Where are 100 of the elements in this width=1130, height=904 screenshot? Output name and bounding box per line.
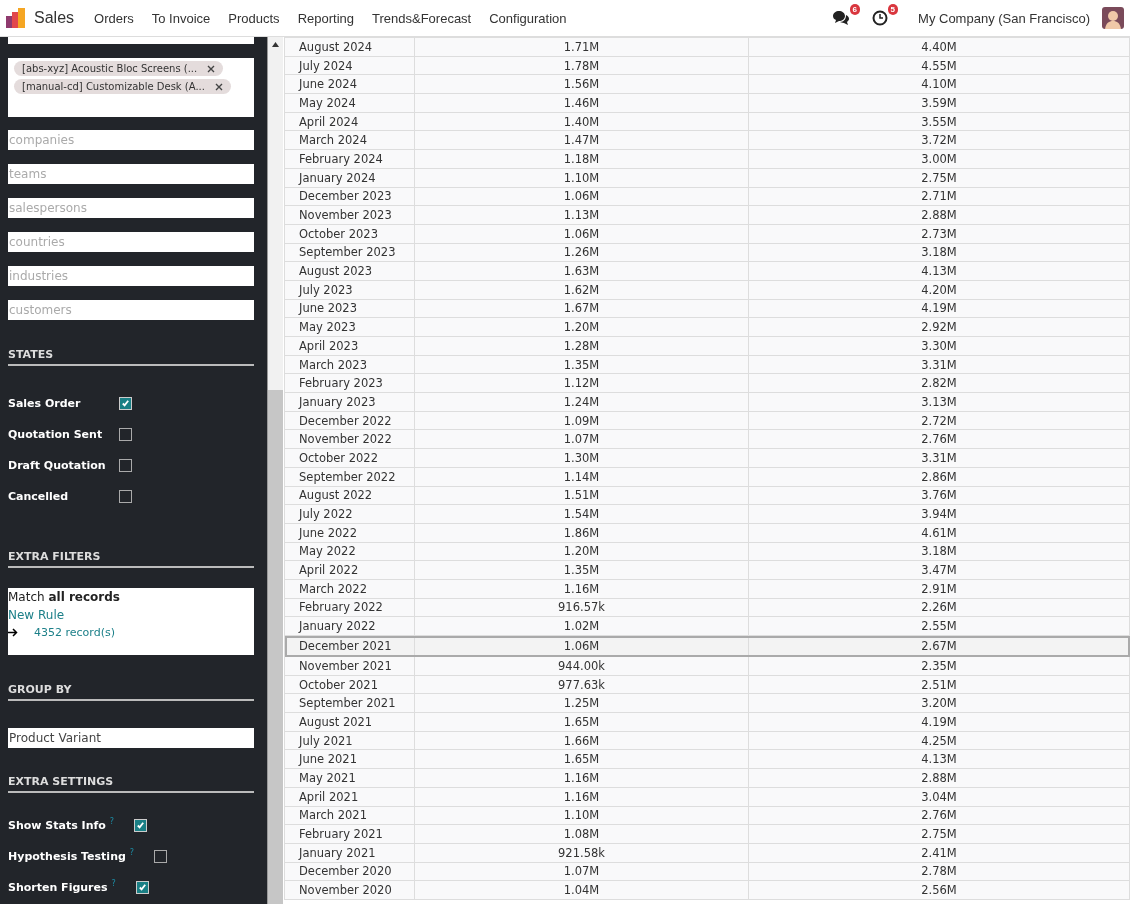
table-cell: March 2021 <box>284 806 415 825</box>
table-cell: 3.13M <box>748 392 1130 412</box>
bar-chart-logo-icon[interactable] <box>6 8 26 28</box>
company-switcher[interactable]: My Company (San Francisco) <box>918 10 1090 26</box>
table-cell: July 2024 <box>284 56 415 75</box>
table-cell: February 2021 <box>284 824 415 844</box>
table-cell: 1.51M <box>414 486 749 505</box>
table-cell: 4.19M <box>748 299 1130 318</box>
filter-field[interactable]: teams <box>8 164 254 184</box>
table-cell: 1.09M <box>414 411 749 430</box>
table-cell: 3.30M <box>748 336 1130 356</box>
filter-field[interactable]: countries <box>8 232 254 252</box>
table-cell: December 2020 <box>284 862 415 881</box>
menu-item[interactable]: To Invoice <box>151 10 211 26</box>
table-cell: 2.76M <box>748 806 1130 825</box>
table-cell: 4.40M <box>748 37 1130 57</box>
help-mark[interactable]: ? <box>111 879 136 888</box>
table-cell: 1.30M <box>414 448 749 468</box>
group-by-field[interactable]: Product Variant <box>8 728 254 748</box>
table-cell: 1.20M <box>414 317 749 337</box>
table-cell: 1.10M <box>414 168 749 187</box>
help-mark[interactable]: ? <box>129 848 154 857</box>
table-cell: July 2022 <box>284 504 415 524</box>
table-cell: January 2021 <box>284 843 415 863</box>
new-rule-link[interactable]: New Rule <box>8 608 254 622</box>
table-cell: June 2024 <box>284 74 415 94</box>
table-cell: 1.67M <box>414 299 749 318</box>
checkbox[interactable] <box>119 428 132 441</box>
product-templates-field[interactable] <box>8 37 254 44</box>
table-cell: October 2022 <box>284 448 415 468</box>
records-link[interactable]: 4352 record(s) <box>34 626 115 639</box>
checkbox[interactable] <box>135 881 149 894</box>
menu-item[interactable]: Trends&Forecast <box>372 10 472 26</box>
checkbox[interactable] <box>119 459 132 472</box>
table-cell: 3.18M <box>748 542 1130 561</box>
table-cell: 4.61M <box>748 523 1130 543</box>
checkbox-label: Draft Quotation <box>8 459 107 472</box>
table-cell: 2.88M <box>748 768 1130 788</box>
table-cell: April 2023 <box>284 336 415 356</box>
table-cell: 1.20M <box>414 542 749 561</box>
checkbox[interactable] <box>119 397 132 410</box>
table-cell: 3.04M <box>748 787 1130 806</box>
table-cell: 921.58k <box>414 843 749 863</box>
table-cell: 1.13M <box>414 205 749 225</box>
filter-field[interactable]: salespersons <box>8 198 254 218</box>
table-cell: April 2021 <box>284 787 415 806</box>
table-cell: February 2024 <box>284 149 415 169</box>
table-cell: 3.47M <box>748 560 1130 580</box>
table-cell: 1.08M <box>414 824 749 844</box>
checkbox-label: Shorten Figures <box>8 881 108 894</box>
table-cell: January 2024 <box>284 168 415 187</box>
app-title[interactable]: Sales <box>34 9 75 27</box>
filter-field[interactable]: companies <box>8 130 254 150</box>
table-cell: 977.63k <box>414 675 749 694</box>
table-cell: 1.06M <box>414 224 749 244</box>
help-mark[interactable]: ? <box>109 817 134 826</box>
table-cell: 3.72M <box>748 130 1130 150</box>
close-icon[interactable] <box>214 82 223 91</box>
table-cell: 2.75M <box>748 168 1130 187</box>
table-row[interactable]: August 2024 1.71M 4.40M <box>284 37 1130 57</box>
table-cell: 4.13M <box>748 749 1130 769</box>
checkbox-label: Show Stats Info <box>8 819 106 832</box>
table-cell: May 2021 <box>284 768 415 788</box>
avatar-icon[interactable] <box>1102 7 1124 29</box>
table-row[interactable]: December 2021 1.06M 2.67M <box>284 635 1130 657</box>
close-icon[interactable] <box>207 64 216 73</box>
filter-field[interactable]: customers <box>8 300 254 320</box>
table-cell: February 2022 <box>284 598 415 617</box>
menu-item[interactable]: Products <box>228 10 280 26</box>
notification-badge: 6 <box>849 4 861 15</box>
checkbox[interactable] <box>119 490 132 503</box>
table-cell: 1.63M <box>414 261 749 281</box>
table-cell: November 2023 <box>284 205 415 225</box>
table-cell: September 2022 <box>284 467 415 486</box>
table-cell: January 2023 <box>284 392 415 412</box>
chat-bubbles-icon[interactable] <box>832 10 851 26</box>
table-cell: 1.12M <box>414 373 749 393</box>
product-tags-field[interactable]: [abs-xyz] Acoustic Bloc Screens (... [manual-cd] Customizable Desk (A... <box>8 58 254 117</box>
table-cell: 2.92M <box>748 317 1130 337</box>
table-cell: November 2022 <box>284 429 415 449</box>
table-cell: 1.71M <box>414 37 749 57</box>
menu-item[interactable]: Reporting <box>297 10 354 26</box>
clock-icon[interactable] <box>872 10 889 26</box>
table-cell: April 2024 <box>284 112 415 131</box>
table-cell: April 2022 <box>284 560 415 580</box>
table-cell: 2.41M <box>748 843 1130 863</box>
table-cell: 2.88M <box>748 205 1130 225</box>
filter-field[interactable]: industries <box>8 266 254 286</box>
checkbox[interactable] <box>153 850 167 863</box>
scrollbar[interactable] <box>267 37 283 904</box>
table-cell: June 2021 <box>284 749 415 769</box>
checkbox-label: Quotation Sent <box>8 428 104 441</box>
table-cell: 4.13M <box>748 261 1130 281</box>
table-cell: 1.07M <box>414 429 749 449</box>
menu-item[interactable]: Configuration <box>489 10 567 26</box>
scroll-up-icon[interactable] <box>272 42 279 47</box>
checkbox[interactable] <box>133 819 147 832</box>
table-cell: 1.54M <box>414 504 749 524</box>
menu-item[interactable]: Orders <box>94 10 134 26</box>
table-cell: 1.25M <box>414 693 749 713</box>
